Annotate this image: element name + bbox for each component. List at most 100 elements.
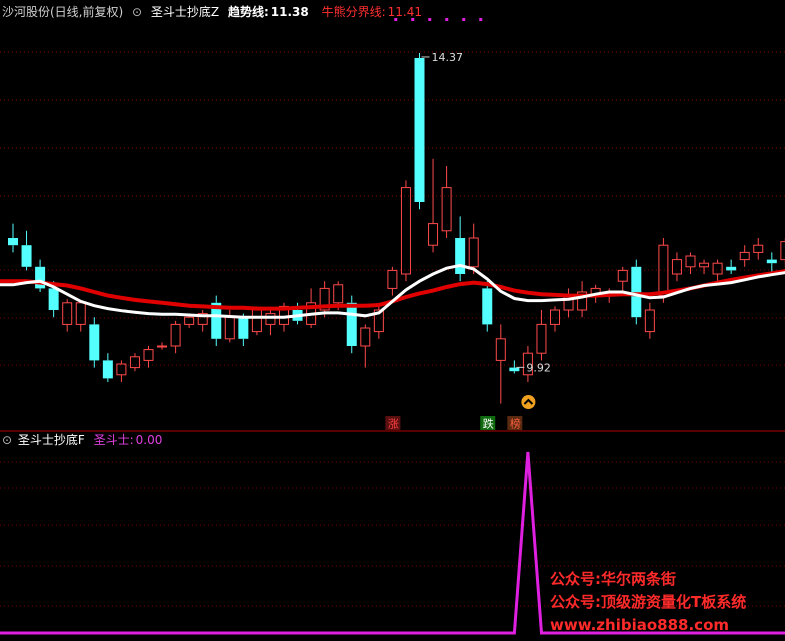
- trend-label: 趋势线: 11.38: [228, 5, 314, 19]
- candle: [143, 346, 154, 368]
- candle-body: [89, 324, 100, 361]
- main-header: 沙河股份(日线,前复权) ⊙ 圣斗士抄底Z 趋势线: 11.38 牛熊分界线: 11…: [2, 4, 432, 20]
- candle: [62, 299, 73, 332]
- candle-body: [360, 327, 371, 347]
- candle: [116, 360, 127, 382]
- candle-body: [495, 338, 506, 361]
- candle-body: [238, 317, 249, 339]
- watermark-3: www.zhibiao888.com: [550, 616, 730, 634]
- top-marker: [462, 18, 466, 21]
- candle-body: [62, 302, 73, 325]
- event-tag: 榜: [510, 417, 521, 431]
- price-annotation: 9.92: [526, 361, 551, 374]
- candle: [387, 266, 398, 296]
- trend-label-text: 趋势线:: [227, 5, 269, 19]
- candle-body: [780, 241, 785, 261]
- signal-label-text: 圣斗士:: [93, 433, 134, 447]
- candlestick-series: [8, 52, 785, 404]
- candle-body: [346, 302, 357, 346]
- candle: [577, 281, 588, 318]
- candle: [129, 353, 140, 372]
- candle: [75, 302, 86, 332]
- candle: [482, 281, 493, 332]
- candle-body: [8, 238, 18, 246]
- candle: [251, 306, 262, 336]
- candle: [414, 52, 425, 210]
- candle: [197, 310, 208, 332]
- candle: [157, 342, 168, 350]
- candle-body: [414, 58, 425, 202]
- candle-body: [35, 266, 46, 289]
- candle-body: [387, 269, 398, 289]
- chart-canvas: 14.37 9.92 涨 跌 榜: [0, 18, 785, 635]
- signal-value: 0.00: [135, 433, 163, 447]
- candle: [360, 324, 371, 368]
- candle-body: [739, 251, 750, 261]
- candle: [441, 166, 452, 238]
- candle-body: [468, 237, 479, 268]
- candle: [563, 288, 574, 318]
- candle-body: [400, 187, 411, 275]
- candle: [455, 216, 466, 282]
- buy-signal-icon: [521, 395, 536, 409]
- price-annotation: 14.37: [432, 51, 464, 64]
- bull-bear-label-text: 牛熊分界线:: [321, 5, 386, 19]
- candle: [21, 230, 32, 271]
- candle: [550, 306, 560, 332]
- candle-body: [550, 309, 560, 325]
- candle-body: [251, 309, 262, 333]
- candle-body: [157, 345, 168, 348]
- stock-title: 沙河股份(日线,前复权): [2, 5, 124, 19]
- candle: [780, 238, 785, 267]
- candle-body: [224, 316, 235, 340]
- candle-body: [536, 323, 547, 354]
- candle: [373, 302, 384, 339]
- candle: [685, 252, 696, 274]
- candle-body: [617, 269, 628, 282]
- candle-body: [48, 288, 59, 310]
- candle-body: [509, 367, 520, 372]
- candle: [699, 259, 710, 274]
- trend-value: 11.38: [270, 5, 309, 19]
- candle-body: [726, 266, 737, 271]
- candle-body: [753, 244, 764, 253]
- candle-body: [766, 259, 777, 264]
- candle: [428, 158, 439, 253]
- sub-collapse-icon[interactable]: ⊙: [2, 433, 12, 447]
- watermark-1: 公众号:华尔两条街: [550, 570, 676, 588]
- candle-body: [482, 288, 493, 325]
- sub-indicator-name: 圣斗士抄底F: [17, 433, 85, 447]
- candle-body: [631, 266, 642, 318]
- indicator-name: 圣斗士抄底Z: [150, 5, 220, 19]
- candle: [631, 259, 642, 325]
- candle: [211, 295, 222, 346]
- candle: [265, 310, 276, 336]
- candle-body: [333, 284, 344, 304]
- candle-body: [102, 360, 113, 379]
- candle-body: [75, 302, 86, 325]
- candle: [170, 320, 181, 354]
- candle-body: [428, 223, 439, 246]
- candle: [671, 252, 682, 282]
- bull-bear-value: 11.41: [387, 5, 422, 19]
- top-marker: [445, 18, 449, 21]
- candle-body: [21, 245, 32, 267]
- signal-label: 圣斗士: 0.00: [94, 433, 168, 447]
- candle: [726, 259, 737, 274]
- grid-lines: [0, 51, 785, 607]
- event-tag: 跌: [483, 417, 494, 431]
- candle-body: [644, 309, 655, 333]
- candle: [35, 259, 46, 292]
- candle: [739, 245, 750, 267]
- candle: [400, 180, 411, 282]
- collapse-icon[interactable]: ⊙: [132, 5, 142, 19]
- event-tag: 涨: [388, 418, 399, 431]
- candle: [753, 238, 764, 260]
- candle: [8, 223, 18, 253]
- candle-body: [671, 259, 682, 275]
- candle-body: [712, 262, 723, 275]
- candle-body: [685, 255, 696, 268]
- candle: [102, 353, 113, 382]
- candle: [495, 324, 506, 404]
- candle: [89, 317, 100, 368]
